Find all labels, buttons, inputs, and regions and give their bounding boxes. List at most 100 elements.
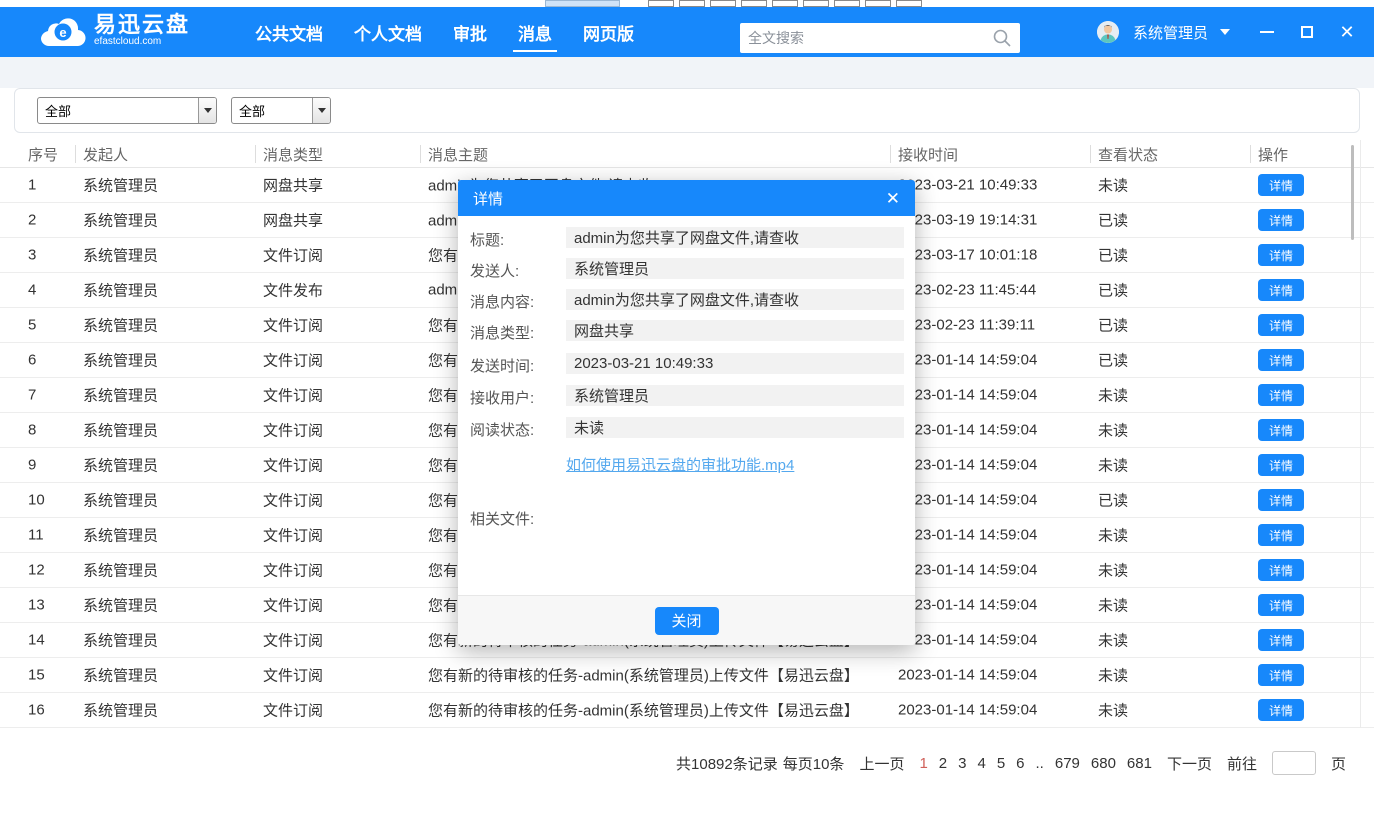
cell-status: 未读 <box>1098 175 1128 196</box>
nav-item-messages[interactable]: 消息 <box>518 7 552 57</box>
app-logo: e 易迅云盘 efastcloud.com <box>40 13 190 47</box>
background-box-artifact <box>648 0 674 7</box>
cell-time: 2023-01-14 14:59:04 <box>898 527 1037 544</box>
cell-no: 5 <box>28 317 36 334</box>
dropdown-arrow-button[interactable] <box>198 98 216 123</box>
cell-status: 已读 <box>1098 315 1128 336</box>
page-number-2[interactable]: 2 <box>939 755 947 772</box>
modal-field-label: 阅读状态: <box>470 419 534 440</box>
cell-status: 未读 <box>1098 560 1128 581</box>
cell-status: 未读 <box>1098 665 1128 686</box>
detail-button[interactable]: 详情 <box>1258 349 1304 371</box>
cell-time: 2023-01-14 14:59:04 <box>898 562 1037 579</box>
page-numbers: 123456..679680681 <box>919 755 1152 772</box>
page-number-4[interactable]: 4 <box>977 755 985 772</box>
cell-no: 12 <box>28 562 45 579</box>
detail-button[interactable]: 详情 <box>1258 279 1304 301</box>
goto-page-input[interactable] <box>1272 751 1316 775</box>
filter-status-select[interactable]: 全部 <box>231 97 331 124</box>
filter-status-value: 全部 <box>232 101 265 120</box>
goto-suffix: 页 <box>1331 753 1346 774</box>
detail-button[interactable]: 详情 <box>1258 454 1304 476</box>
cell-type: 文件订阅 <box>263 490 323 511</box>
content-gap <box>0 57 1374 88</box>
page-number-680[interactable]: 680 <box>1091 755 1116 772</box>
close-button[interactable]: ✕ <box>1338 23 1356 41</box>
modal-close-button[interactable]: 关闭 <box>655 607 719 635</box>
detail-button[interactable]: 详情 <box>1258 419 1304 441</box>
cell-type: 网盘共享 <box>263 210 323 231</box>
background-box-artifact <box>896 0 922 7</box>
modal-close-icon[interactable]: ✕ <box>886 190 900 207</box>
detail-button[interactable]: 详情 <box>1258 664 1304 686</box>
detail-button[interactable]: 详情 <box>1258 244 1304 266</box>
cell-sender: 系统管理员 <box>83 700 158 721</box>
detail-button[interactable]: 详情 <box>1258 524 1304 546</box>
cell-type: 文件订阅 <box>263 700 323 721</box>
cell-type: 网盘共享 <box>263 175 323 196</box>
page-number-3[interactable]: 3 <box>958 755 966 772</box>
background-box-artifact <box>679 0 705 7</box>
page-number-681[interactable]: 681 <box>1127 755 1152 772</box>
dropdown-arrow-button[interactable] <box>312 98 330 123</box>
nav-item-web-version[interactable]: 网页版 <box>583 7 634 57</box>
cell-subject: 您有新的待审核的任务-admin(系统管理员)上传文件【易迅云盘】 <box>428 700 859 721</box>
cell-status: 未读 <box>1098 595 1128 616</box>
nav-item-approval[interactable]: 审批 <box>453 7 487 57</box>
cell-no: 8 <box>28 422 36 439</box>
cell-time: 2023-01-14 14:59:04 <box>898 352 1037 369</box>
background-box-artifact <box>710 0 736 7</box>
page-number-6[interactable]: 6 <box>1016 755 1024 772</box>
cell-subject: 您有新的待审核的任务-admin(系统管理员)上传文件【易迅云盘】 <box>428 665 859 686</box>
table-row: 16系统管理员文件订阅您有新的待审核的任务-admin(系统管理员)上传文件【易… <box>0 693 1374 728</box>
detail-button[interactable]: 详情 <box>1258 594 1304 616</box>
filter-type-value: 全部 <box>38 101 71 120</box>
nav-item-personal-docs[interactable]: 个人文档 <box>354 7 422 57</box>
detail-button[interactable]: 详情 <box>1258 629 1304 651</box>
svg-text:e: e <box>59 25 66 40</box>
avatar[interactable] <box>1097 21 1119 43</box>
search-input[interactable] <box>748 30 992 46</box>
page-number-1[interactable]: 1 <box>919 755 927 772</box>
cell-type: 文件订阅 <box>263 630 323 651</box>
cell-time: 2023-01-14 14:59:04 <box>898 597 1037 614</box>
detail-button[interactable]: 详情 <box>1258 384 1304 406</box>
table-right-border <box>1360 140 1361 728</box>
minimize-button[interactable] <box>1258 23 1276 41</box>
cell-time: 2023-01-14 14:59:04 <box>898 387 1037 404</box>
detail-button[interactable]: 详情 <box>1258 489 1304 511</box>
scrollbar-thumb[interactable] <box>1351 145 1354 240</box>
cell-no: 4 <box>28 282 36 299</box>
modal-field-label: 消息内容: <box>470 291 534 312</box>
detail-button[interactable]: 详情 <box>1258 314 1304 336</box>
caret-down-icon <box>318 108 326 113</box>
page-number-679[interactable]: 679 <box>1055 755 1080 772</box>
cell-time: 2023-03-17 10:01:18 <box>898 247 1037 264</box>
chevron-down-icon[interactable] <box>1220 29 1230 35</box>
cell-no: 1 <box>28 177 36 194</box>
cell-status: 已读 <box>1098 210 1128 231</box>
cell-time: 2023-01-14 14:59:04 <box>898 632 1037 649</box>
maximize-button[interactable] <box>1298 23 1316 41</box>
page-number-5[interactable]: 5 <box>997 755 1005 772</box>
detail-button[interactable]: 详情 <box>1258 699 1304 721</box>
col-header-no: 序号 <box>28 144 58 165</box>
prev-page-button[interactable]: 上一页 <box>859 753 904 774</box>
modal-field-value: 系统管理员 <box>566 258 904 279</box>
next-page-button[interactable]: 下一页 <box>1167 753 1212 774</box>
column-divider <box>1090 145 1091 163</box>
user-menu[interactable]: 系统管理员 ✕ <box>1097 7 1356 57</box>
cell-time: 2023-03-19 19:14:31 <box>898 212 1037 229</box>
nav-item-public-docs[interactable]: 公共文档 <box>255 7 323 57</box>
filter-type-select[interactable]: 全部 <box>37 97 217 124</box>
attachment-link[interactable]: 如何使用易迅云盘的审批功能.mp4 <box>566 454 794 475</box>
background-box-artifact <box>834 0 860 7</box>
window-controls: ✕ <box>1258 23 1356 41</box>
detail-button[interactable]: 详情 <box>1258 559 1304 581</box>
detail-button[interactable]: 详情 <box>1258 209 1304 231</box>
search-icon[interactable] <box>992 28 1012 48</box>
cell-sender: 系统管理员 <box>83 385 158 406</box>
cell-time: 2023-01-14 14:59:04 <box>898 492 1037 509</box>
detail-button[interactable]: 详情 <box>1258 174 1304 196</box>
cloud-logo-icon: e <box>40 13 86 47</box>
